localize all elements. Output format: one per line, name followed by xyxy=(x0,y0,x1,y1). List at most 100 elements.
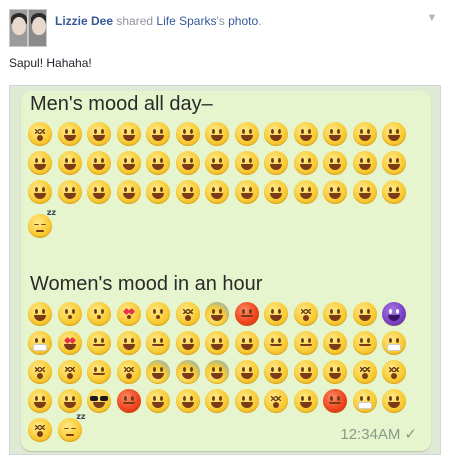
cold-sweat-icon xyxy=(205,360,229,384)
smile-icon xyxy=(57,122,82,146)
smile-icon xyxy=(28,180,52,204)
men-emoji-row xyxy=(28,122,412,148)
persevere-icon xyxy=(57,360,82,384)
confounded-icon xyxy=(382,360,406,384)
timestamp-text: 12:34AM xyxy=(340,426,401,443)
relieved-icon xyxy=(146,331,170,355)
women-mood-title: Women's mood in an hour xyxy=(30,273,263,295)
joy-icon xyxy=(293,360,318,384)
smile-icon xyxy=(116,151,141,175)
smile-icon xyxy=(57,151,82,175)
sleeping-face-icon: zz xyxy=(57,412,86,442)
angry-face-icon xyxy=(234,302,259,326)
yum-icon xyxy=(57,389,82,413)
confounded-icon xyxy=(116,360,141,384)
smile-icon xyxy=(293,180,318,204)
scream-icon xyxy=(175,360,200,384)
wink-tongue-icon xyxy=(293,389,318,413)
tired-face-icon xyxy=(234,360,259,384)
smile-icon xyxy=(264,122,288,146)
innocent-icon xyxy=(323,331,347,355)
post-header: Lizzie Dee shared Life Sparks's photo. ▼ xyxy=(9,7,441,47)
avatar[interactable] xyxy=(9,9,47,47)
grin-icon xyxy=(234,331,259,355)
sob-icon xyxy=(323,360,347,384)
mask-face-icon xyxy=(352,389,377,413)
smile-icon xyxy=(234,122,259,146)
smile-icon xyxy=(352,122,377,146)
post-headline: Lizzie Dee shared Life Sparks's photo. xyxy=(55,13,261,29)
devil-icon xyxy=(382,302,406,326)
kiss-icon xyxy=(87,302,111,326)
smile-icon xyxy=(205,180,229,204)
smile-icon xyxy=(87,122,111,146)
kiss-icon xyxy=(146,302,170,326)
smile-icon xyxy=(264,180,288,204)
shared-photo[interactable]: Men's mood all day– zz Women's mood in a… xyxy=(9,85,441,455)
smile-icon xyxy=(146,151,170,175)
sunglasses-icon xyxy=(87,389,111,413)
heart-eyes-icon xyxy=(57,331,82,355)
triumph-icon xyxy=(352,360,377,384)
smile-icon xyxy=(323,151,347,175)
smirk-icon xyxy=(352,331,377,355)
weary-icon xyxy=(382,389,406,413)
women-emoji-row xyxy=(28,360,412,386)
author-link[interactable]: Lizzie Dee xyxy=(55,14,113,28)
shared-photo-post: Lizzie Dee shared Life Sparks's photo. ▼… xyxy=(0,0,450,456)
squint-tongue-icon xyxy=(264,389,288,413)
smile-icon xyxy=(234,180,259,204)
smile-icon xyxy=(87,151,111,175)
weary-icon xyxy=(264,360,288,384)
smile-icon xyxy=(28,151,52,175)
astonished-icon xyxy=(175,302,200,326)
page-link[interactable]: Life Sparks xyxy=(156,14,216,28)
men-mood-title: Men's mood all day– xyxy=(30,93,213,115)
mask-face-icon xyxy=(28,331,52,355)
photo-link[interactable]: photo xyxy=(228,14,258,28)
grin-icon xyxy=(205,389,229,413)
smile-icon xyxy=(323,180,347,204)
message-timestamp: 12:34AM ✓ xyxy=(340,425,417,443)
smile-icon xyxy=(382,122,406,146)
smile-icon xyxy=(264,151,288,175)
rage-icon xyxy=(116,389,141,413)
smile-icon xyxy=(293,151,318,175)
shared-verb: shared xyxy=(116,14,154,28)
neutral-face-icon xyxy=(264,331,288,355)
smile-icon xyxy=(116,331,141,355)
smile-icon xyxy=(175,331,200,355)
smile-icon xyxy=(205,151,229,175)
women-emoji-row xyxy=(28,302,412,328)
women-emoji-row xyxy=(28,331,412,357)
smile-icon xyxy=(175,389,200,413)
grin-icon xyxy=(146,389,170,413)
smile-icon xyxy=(352,180,377,204)
unamused-icon xyxy=(293,331,318,355)
smile-icon xyxy=(146,180,170,204)
smile-icon xyxy=(234,151,259,175)
squint-icon xyxy=(293,302,318,326)
grimace-icon xyxy=(382,331,406,355)
post-caption: Sapul! Hahaha! xyxy=(9,56,92,70)
blush-icon xyxy=(205,331,229,355)
sleeping-face-icon: zz xyxy=(28,208,56,238)
chat-bubble: Men's mood all day– zz Women's mood in a… xyxy=(21,91,431,451)
smile-icon xyxy=(116,180,141,204)
smile-icon xyxy=(175,151,200,175)
grin-icon xyxy=(28,302,52,326)
squint-tongue-icon xyxy=(28,418,52,442)
fearful-icon xyxy=(205,302,229,326)
smile-icon xyxy=(87,180,111,204)
laughing-icon xyxy=(28,389,52,413)
wink-icon xyxy=(352,302,377,326)
kiss-icon xyxy=(57,302,82,326)
men-emoji-row xyxy=(28,180,412,206)
headline-period: . xyxy=(258,14,262,28)
scream-icon xyxy=(146,360,170,384)
tongue-icon xyxy=(234,389,259,413)
chevron-down-icon[interactable]: ▼ xyxy=(425,11,439,25)
kiss-heart-icon xyxy=(116,302,141,326)
angry-face-icon xyxy=(323,389,347,413)
tongue-icon xyxy=(323,302,347,326)
